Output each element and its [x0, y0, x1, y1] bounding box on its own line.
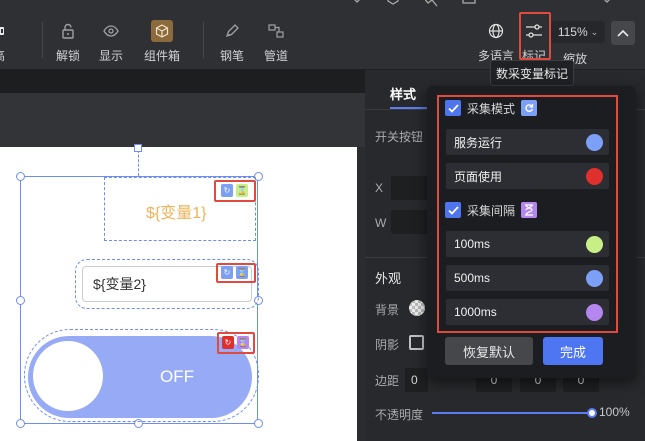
done-button[interactable]: 完成 [543, 337, 603, 365]
show-button[interactable]: 显示 [99, 20, 123, 66]
hourglass-icon: ⌛ [236, 184, 248, 197]
interval-label: 采集间隔 [467, 203, 516, 218]
pipe-icon [265, 20, 287, 42]
switch-state-label: OFF [160, 367, 194, 386]
w-label: W [375, 216, 387, 230]
mode-option-label: 服务运行 [454, 135, 503, 150]
canvas-gutter [357, 147, 365, 441]
mode-toggle-row[interactable]: 采集模式 [445, 98, 538, 118]
color-dot[interactable] [586, 303, 603, 321]
margin-label: 边距 [375, 374, 400, 388]
pen-button[interactable]: 钢笔 [220, 20, 244, 66]
shadow-label: 阴影 [375, 338, 400, 352]
refresh-icon: ↻ [222, 336, 234, 349]
canvas-tab-strip [0, 70, 365, 93]
mark-tooltip: 数采变量标记 [490, 60, 574, 86]
show-label: 显示 [99, 49, 124, 63]
opacity-slider-track[interactable] [432, 412, 592, 414]
pipe-button[interactable]: 管道 [264, 20, 288, 66]
rotate-handle[interactable] [134, 144, 142, 152]
interval-option-label: 500ms [454, 271, 491, 285]
interval-option-500[interactable]: 500ms [446, 265, 609, 291]
hourglass-icon [521, 202, 538, 218]
resize-handle-br[interactable] [254, 419, 263, 428]
hourglass-icon: ⌛ [237, 336, 249, 349]
top-icon-partial [350, 0, 364, 4]
interval-option-label: 100ms [454, 237, 491, 251]
chevron-down-icon: ⌄ [590, 26, 599, 37]
toggle-icon [0, 20, 6, 42]
mark-button-highlight [519, 12, 551, 60]
background-color-swatch[interactable] [409, 300, 425, 316]
color-dot[interactable] [586, 269, 603, 287]
refresh-icon: ↻ [221, 266, 233, 279]
x-field[interactable] [391, 176, 431, 200]
interval-toggle-row[interactable]: 采集间隔 [445, 200, 538, 220]
toolbar-divider [42, 22, 43, 58]
margin-top-field[interactable]: 0 [405, 368, 428, 392]
globe-icon [485, 20, 507, 42]
resize-handle-bl[interactable] [16, 419, 25, 428]
appearance-heading: 外观 [375, 271, 402, 286]
pen-label: 钢笔 [220, 49, 245, 63]
background-label: 背景 [375, 303, 400, 317]
resize-handle-tl[interactable] [16, 172, 25, 181]
pen-icon [221, 20, 243, 42]
zoom-value: 115% [557, 25, 588, 39]
opacity-slider-handle[interactable] [587, 408, 597, 418]
unlock-label: 解锁 [56, 49, 81, 63]
top-icon-partial [386, 0, 400, 6]
component-box-button[interactable]: 组件箱 [144, 20, 180, 66]
interval-checkbox[interactable] [445, 202, 461, 218]
refresh-icon: ↻ [221, 184, 233, 197]
top-icon-partial [422, 0, 438, 7]
text-variable: ${变量1} [146, 205, 207, 222]
interval-option-label: 1000ms [454, 305, 497, 319]
top-icon-partial [462, 0, 476, 6]
hourglass-icon: ⌛ [236, 266, 248, 279]
collapse-toolbar-button[interactable] [611, 21, 635, 45]
refresh-icon [521, 100, 538, 116]
toolbar-divider [203, 22, 204, 58]
interval-option-1000[interactable]: 1000ms [446, 299, 609, 325]
switch-knob[interactable] [33, 341, 103, 411]
top-icon-partial [600, 0, 614, 6]
mode-option-label: 页面使用 [454, 169, 503, 184]
chevron-up-icon [617, 26, 629, 40]
interval-option-100[interactable]: 100ms [446, 231, 609, 257]
toolbar-item-label: 高 [0, 47, 5, 64]
unlock-icon [57, 20, 79, 42]
unlock-button[interactable]: 解锁 [56, 20, 80, 66]
color-dot[interactable] [586, 133, 603, 151]
w-field[interactable] [391, 210, 431, 234]
component-box-label: 组件箱 [144, 49, 181, 63]
color-dot[interactable] [586, 167, 603, 185]
zoom-select[interactable]: 115% ⌄ [551, 21, 605, 43]
opacity-value: 100% [599, 405, 630, 419]
tab-style[interactable]: 样式 [390, 84, 416, 103]
x-label: X [375, 181, 384, 195]
toolbar-item-height[interactable]: 高 [0, 20, 6, 66]
pipe-label: 管道 [264, 49, 289, 63]
mode-option-page[interactable]: 页面使用 [446, 163, 609, 189]
mode-option-service[interactable]: 服务运行 [446, 129, 609, 155]
mode-label: 采集模式 [467, 101, 516, 116]
mode-checkbox[interactable] [445, 100, 461, 116]
color-dot[interactable] [586, 235, 603, 253]
shadow-checkbox[interactable] [409, 335, 424, 350]
opacity-label: 不透明度 [375, 408, 424, 422]
eye-icon [100, 20, 122, 42]
component-type-label: 开关按钮 [375, 130, 424, 144]
rotate-guide [138, 150, 139, 176]
resize-handle-ml[interactable] [16, 296, 25, 305]
reset-default-button[interactable]: 恢复默认 [445, 337, 533, 365]
cube-icon [151, 20, 173, 42]
active-tab-indicator [390, 107, 428, 109]
